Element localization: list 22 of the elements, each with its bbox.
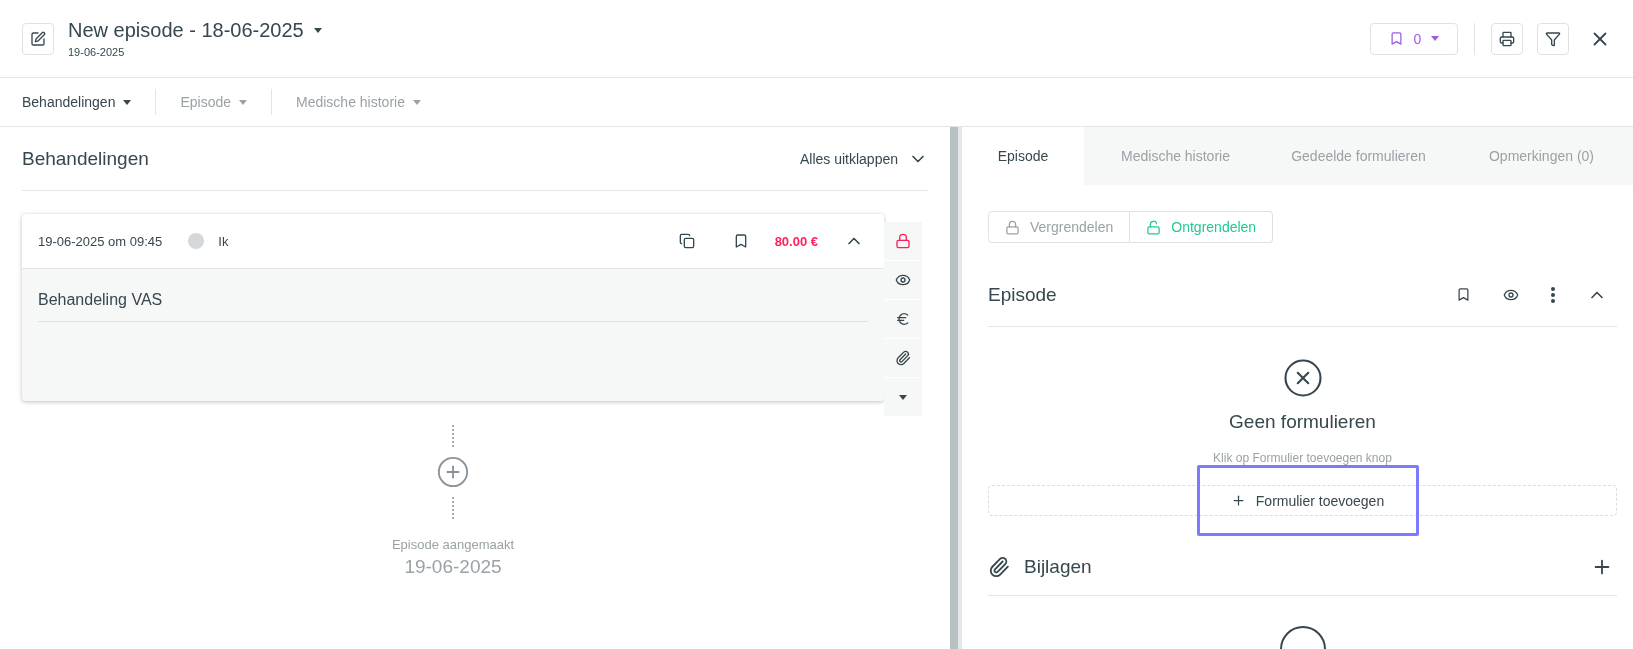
add-form-button[interactable]: Formulier toevoegen [1196,465,1419,536]
nav-dropdown[interactable]: Episode [156,87,271,117]
timeline-date: 19-06-2025 [404,556,502,578]
tab[interactable]: Episode [962,127,1084,185]
user-name: Ik [218,233,229,249]
episode-title: New episode - 18-06-2025 [68,19,304,42]
episode-date: 19-06-2025 [68,46,126,58]
treatment-price: 80.00 € [774,233,818,249]
section-title: Bijlagen [1024,555,1093,578]
treatment-name: Behandeling VAS [38,291,868,322]
section-title: Episode [988,283,1057,306]
empty-title: Geen formulieren [1229,411,1376,433]
expand-all-button[interactable]: Alles uitklappen [799,148,928,169]
treatment-datetime: 19-06-2025 om 09:45 [38,233,163,249]
section-title: Behandelingen [22,147,149,170]
lock-toggle-button[interactable]: Vergrendelen [988,211,1131,243]
nav-dropdown[interactable]: Behandelingen [22,87,156,117]
bookmark-dropdown[interactable]: 0 [1370,22,1458,55]
lock-toggle-button[interactable]: Ontgrendelen [1130,211,1274,243]
nav-dropdown[interactable]: Medische historie [272,87,445,117]
empty-hint: Klik op Formulier toevoegen knop [1213,451,1392,465]
timeline-label: Episode aangemaakt [391,537,515,552]
